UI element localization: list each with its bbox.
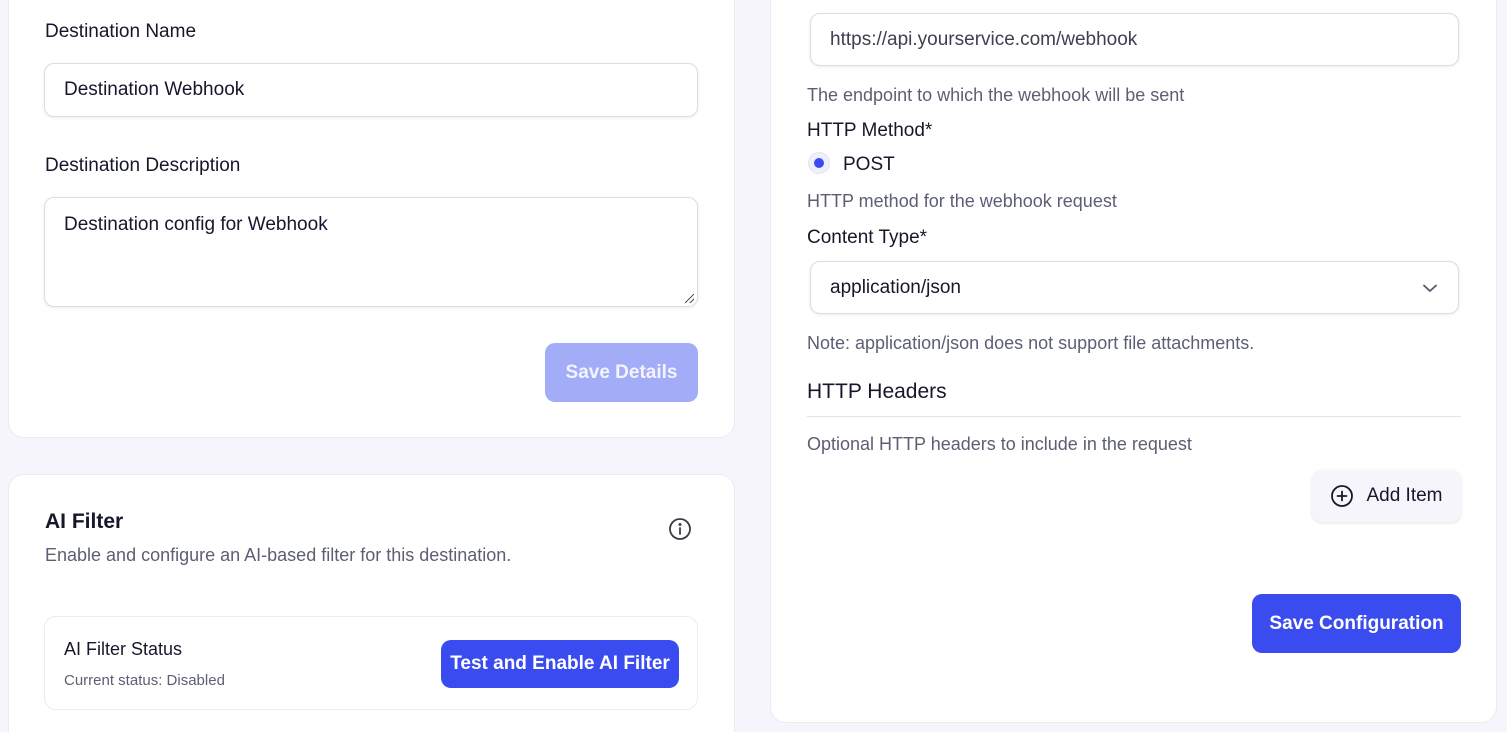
destination-description-label: Destination Description xyxy=(45,155,241,176)
save-configuration-button[interactable]: Save Configuration xyxy=(1252,594,1461,653)
content-type-value: application/json xyxy=(830,276,961,298)
radio-selected-dot xyxy=(814,158,824,168)
content-type-note: Note: application/json does not support … xyxy=(807,333,1255,353)
content-type-label: Content Type* xyxy=(807,227,928,248)
add-item-button[interactable]: Add Item xyxy=(1312,470,1461,522)
destination-description-value: Destination config for Webhook xyxy=(64,214,328,235)
destination-name-input[interactable]: Destination Webhook xyxy=(44,63,698,117)
ai-filter-title: AI Filter xyxy=(45,510,124,533)
webhook-url-help: The endpoint to which the webhook will b… xyxy=(807,85,1185,105)
http-method-label: HTTP Method* xyxy=(807,120,933,141)
post-radio-label[interactable]: POST xyxy=(843,154,895,176)
destination-description-textarea[interactable]: Destination config for Webhook xyxy=(44,197,698,307)
save-details-button[interactable]: Save Details xyxy=(545,343,698,402)
ai-filter-status-text: Current status: Disabled xyxy=(64,672,225,689)
content-type-select[interactable]: application/json xyxy=(810,261,1459,314)
plus-circle-icon xyxy=(1330,484,1354,508)
ai-filter-subtitle: Enable and configure an AI-based filter … xyxy=(45,545,512,565)
ai-filter-card: AI Filter Enable and configure an AI-bas… xyxy=(8,474,735,732)
chevron-down-icon xyxy=(1421,279,1439,297)
destination-details-card: Destination Name Destination Webhook Des… xyxy=(8,0,735,438)
test-enable-ai-filter-button[interactable]: Test and Enable AI Filter xyxy=(441,640,679,688)
http-headers-help: Optional HTTP headers to include in the … xyxy=(807,434,1192,454)
post-radio[interactable] xyxy=(808,152,830,174)
ai-filter-status-title: AI Filter Status xyxy=(64,639,183,659)
add-item-label: Add Item xyxy=(1366,485,1443,506)
ai-filter-status-box: AI Filter Status Current status: Disable… xyxy=(44,616,698,710)
webhook-configuration-card: https://api.yourservice.com/webhook The … xyxy=(770,0,1497,723)
http-headers-divider xyxy=(807,416,1461,417)
http-method-help: HTTP method for the webhook request xyxy=(807,191,1117,211)
destination-name-label: Destination Name xyxy=(45,21,197,42)
resize-handle-icon[interactable] xyxy=(685,294,694,303)
webhook-url-input[interactable]: https://api.yourservice.com/webhook xyxy=(810,13,1459,66)
info-icon[interactable] xyxy=(668,517,692,541)
http-headers-title: HTTP Headers xyxy=(807,380,947,403)
